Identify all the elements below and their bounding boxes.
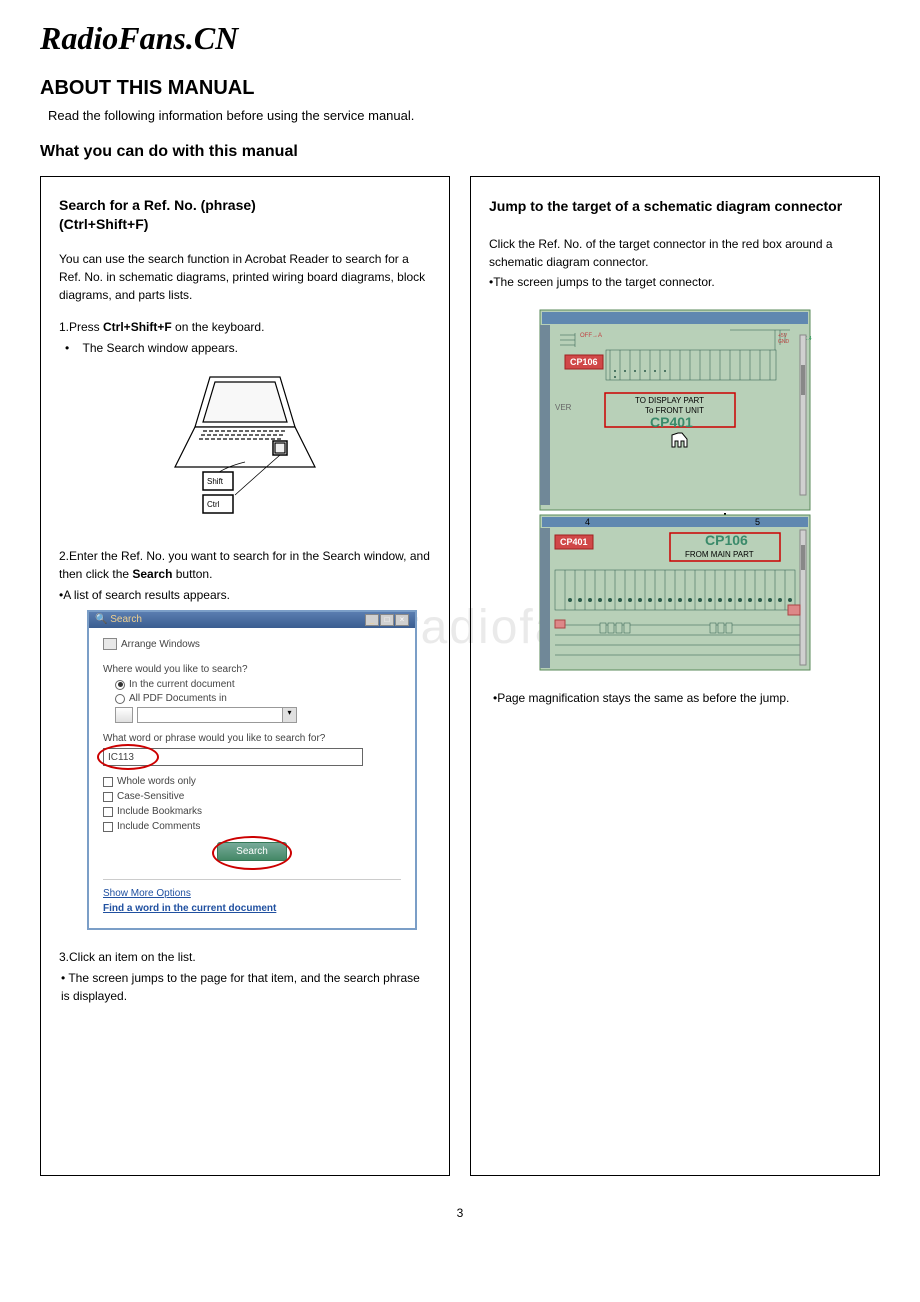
left-title: Search for a Ref. No. (phrase): [59, 197, 431, 213]
arrange-icon: [103, 638, 117, 650]
radio-all-pdf[interactable]: All PDF Documents in: [115, 693, 401, 704]
step2-c: button.: [172, 567, 212, 581]
svg-text:5: 5: [755, 517, 760, 527]
svg-text:4: 4: [585, 517, 590, 527]
dialog-titlebar: 🔍 Search _ □ ×: [89, 612, 415, 628]
right-note: •Page magnification stays the same as be…: [493, 689, 861, 707]
radio-current-doc[interactable]: In the current document: [115, 679, 401, 690]
step1-a: 1.Press: [59, 320, 103, 334]
left-subtitle: (Ctrl+Shift+F): [59, 216, 431, 232]
sub-heading: What you can do with this manual: [40, 143, 880, 161]
radio-icon: [115, 680, 125, 690]
dialog-footer: Show More Options Find a word in the cur…: [103, 879, 401, 914]
radio1-label: In the current document: [129, 679, 235, 690]
shift-key-label: Shift: [207, 477, 224, 486]
right-para1: Click the Ref. No. of the target connect…: [489, 235, 861, 271]
search-dialog: 🔍 Search _ □ × Arrange Windows Where wou…: [87, 610, 417, 930]
step2-b: Search: [132, 567, 172, 581]
svg-text:CP106: CP106: [570, 357, 598, 367]
search-where-label: Where would you like to search?: [103, 664, 401, 675]
chevron-down-icon: ▾: [282, 708, 296, 722]
highlight-circle-icon: [212, 836, 292, 870]
close-icon[interactable]: ×: [395, 614, 409, 626]
radio2-label: All PDF Documents in: [129, 693, 227, 704]
folder-icon: [115, 707, 133, 723]
columns-container: Search for a Ref. No. (phrase) (Ctrl+Shi…: [40, 176, 880, 1176]
step2: 2.Enter the Ref. No. you want to search …: [59, 547, 431, 583]
checkbox-icon: [103, 822, 113, 832]
svg-text:GND: GND: [778, 339, 790, 345]
svg-text:OFF→A: OFF→A: [580, 333, 602, 339]
laptop-illustration: Shift Ctrl: [155, 367, 335, 527]
step1-b: Ctrl+Shift+F: [103, 320, 172, 334]
show-more-options-link[interactable]: Show More Options: [103, 888, 401, 899]
dropdown-field: ▾: [137, 707, 297, 723]
search-phrase-label: What word or phrase would you like to se…: [103, 733, 401, 744]
page-number: 3: [40, 1206, 880, 1220]
bullet2: •A list of search results appears.: [59, 586, 431, 604]
minimize-icon[interactable]: _: [365, 614, 379, 626]
highlight-circle-icon: [97, 744, 159, 770]
pdf-location-dropdown[interactable]: ▾: [115, 707, 401, 723]
schematic-illustration: OFF→A +5V GND MK.4 CP106 TO DISPLAY PART…: [530, 305, 820, 675]
step1-c: on the keyboard.: [172, 320, 265, 334]
left-para1: You can use the search function in Acrob…: [59, 250, 431, 304]
intro-text: Read the following information before us…: [48, 108, 880, 123]
step1: 1.Press Ctrl+Shift+F on the keyboard.: [59, 318, 431, 336]
watermark-text: RadioFans.CN: [40, 20, 880, 57]
step2-a: 2.Enter the Ref. No. you want to search …: [59, 549, 430, 581]
svg-text:CP401: CP401: [560, 537, 588, 547]
cb-include-bookmarks[interactable]: Include Bookmarks: [103, 806, 401, 817]
ctrl-key-label: Ctrl: [207, 500, 220, 509]
search-button-wrap: Search: [103, 842, 401, 861]
window-buttons: _ □ ×: [365, 614, 409, 626]
cb4-label: Include Comments: [117, 821, 200, 832]
find-word-link[interactable]: Find a word in the current document: [103, 903, 401, 914]
svg-text:CP106: CP106: [705, 532, 748, 548]
main-title: ABOUT THIS MANUAL: [40, 77, 880, 100]
svg-text:TO DISPLAY PART: TO DISPLAY PART: [635, 396, 704, 405]
left-column: Search for a Ref. No. (phrase) (Ctrl+Shi…: [40, 176, 450, 1176]
dialog-body: Arrange Windows Where would you like to …: [89, 628, 415, 928]
right-column: Jump to the target of a schematic diagra…: [470, 176, 880, 1176]
checkbox-icon: [103, 807, 113, 817]
maximize-icon[interactable]: □: [380, 614, 394, 626]
dialog-title-text: 🔍 Search: [95, 614, 142, 626]
cb1-label: Whole words only: [117, 776, 196, 787]
checkbox-icon: [103, 792, 113, 802]
radio-icon: [115, 694, 125, 704]
cb3-label: Include Bookmarks: [117, 806, 202, 817]
cb-include-comments[interactable]: Include Comments: [103, 821, 401, 832]
arrange-windows-row[interactable]: Arrange Windows: [103, 638, 401, 650]
svg-text:FROM MAIN PART: FROM MAIN PART: [685, 550, 754, 559]
svg-text:VER: VER: [555, 403, 572, 412]
step3: 3.Click an item on the list.: [59, 948, 431, 966]
svg-text:CP401: CP401: [650, 414, 693, 430]
right-title: Jump to the target of a schematic diagra…: [489, 197, 861, 217]
cb-whole-words[interactable]: Whole words only: [103, 776, 401, 787]
bullet1: • The Search window appears.: [65, 339, 431, 357]
bullet3: • The screen jumps to the page for that …: [61, 969, 431, 1005]
right-bullet1: •The screen jumps to the target connecto…: [489, 273, 861, 291]
bullet1-text: The Search window appears.: [83, 341, 238, 355]
cb-case-sensitive[interactable]: Case-Sensitive: [103, 791, 401, 802]
checkbox-icon: [103, 777, 113, 787]
cb2-label: Case-Sensitive: [117, 791, 184, 802]
search-input-wrap: [103, 748, 401, 766]
arrange-label: Arrange Windows: [121, 639, 200, 650]
